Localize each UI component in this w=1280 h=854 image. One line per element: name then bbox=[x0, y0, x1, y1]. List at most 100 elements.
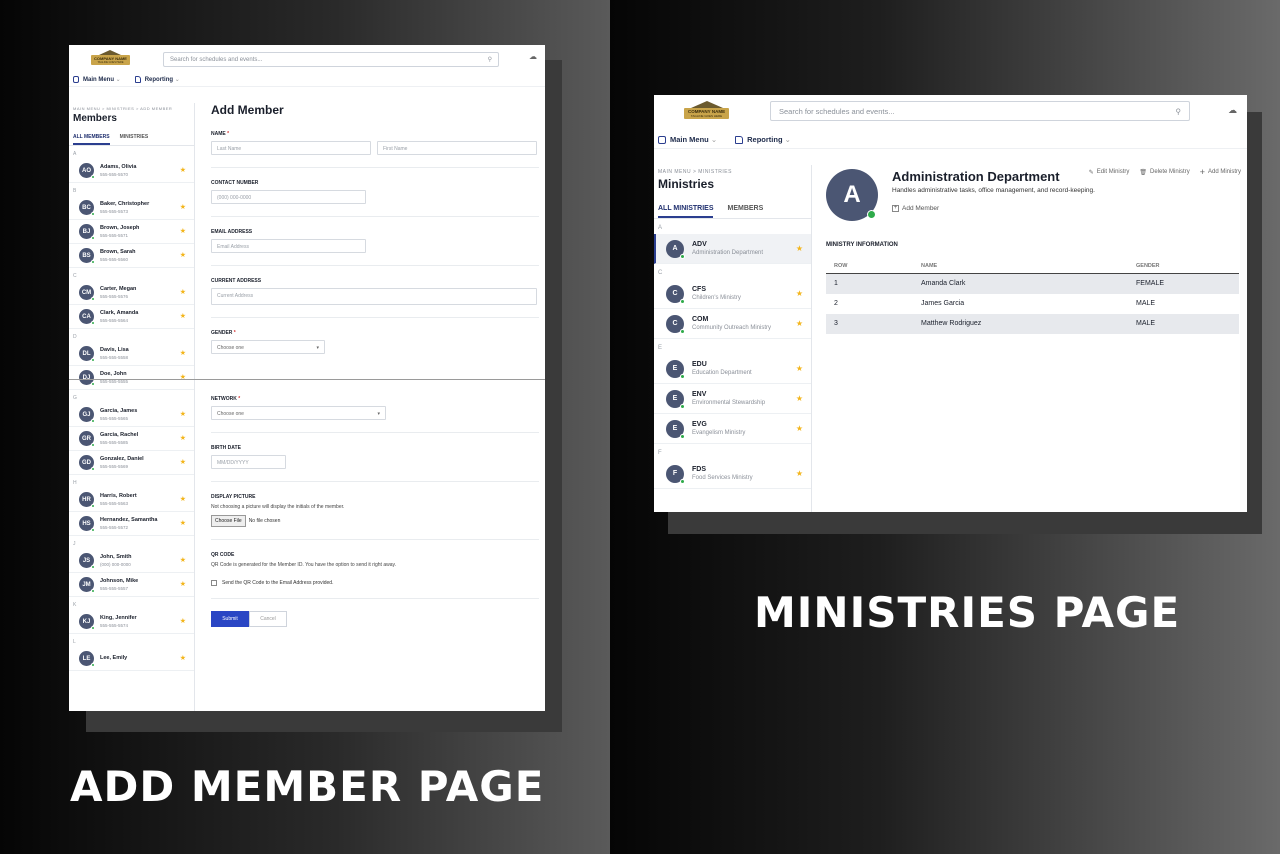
table-row[interactable]: 2 James Garcia MALE bbox=[826, 294, 1239, 314]
send-qr-checkbox[interactable] bbox=[211, 580, 217, 586]
table-cell: Amanda Clark bbox=[913, 273, 1128, 294]
star-icon[interactable]: ★ bbox=[180, 227, 186, 235]
star-icon[interactable]: ★ bbox=[180, 203, 186, 211]
ministries-sidebar: MAIN MENU > MINISTRIES Ministries ALL MI… bbox=[654, 165, 812, 512]
nav-main-menu[interactable]: Main Menu ⌄ bbox=[73, 76, 121, 83]
star-icon[interactable]: ★ bbox=[180, 556, 186, 564]
member-list-item[interactable]: GJ Garcia, James 555-555-5565 ★ bbox=[69, 403, 194, 427]
member-list-item[interactable]: JM Johnson, Mike 555-555-5557 ★ bbox=[69, 573, 194, 597]
ministry-code: EVG bbox=[692, 421, 707, 428]
star-icon[interactable]: ★ bbox=[796, 469, 803, 478]
online-indicator bbox=[680, 478, 685, 484]
cancel-button[interactable]: Cancel bbox=[249, 611, 287, 627]
tab-ministries[interactable]: MINISTRIES bbox=[120, 132, 149, 145]
address-textarea[interactable]: Current Address bbox=[211, 288, 537, 305]
company-logo[interactable]: COMPANY NAME TAGLINE GOES HERE bbox=[91, 50, 130, 65]
member-list-item[interactable]: GR Garcia, Rachel 555-555-5585 ★ bbox=[69, 427, 194, 451]
nav-main-menu[interactable]: Main Menu ⌄ bbox=[658, 135, 717, 144]
star-icon[interactable]: ★ bbox=[180, 654, 186, 662]
member-list-item[interactable]: LE Lee, Emily ★ bbox=[69, 647, 194, 671]
star-icon[interactable]: ★ bbox=[796, 364, 803, 373]
chevron-down-icon: ⌄ bbox=[710, 135, 718, 144]
member-name: King, Jennifer bbox=[100, 615, 137, 621]
table-cell: Matthew Rodriguez bbox=[913, 313, 1128, 334]
member-list-item[interactable]: DL Davis, Lisa 555-555-5558 ★ bbox=[69, 342, 194, 366]
tab-all-ministries[interactable]: ALL MINISTRIES bbox=[658, 203, 714, 218]
ministry-list-item[interactable]: A ADV Administration Department ★ bbox=[654, 234, 811, 264]
member-list-item[interactable]: HR Harris, Robert 555-555-5563 ★ bbox=[69, 488, 194, 512]
member-list-item[interactable]: BJ Brown, Joseph 555-555-5571 ★ bbox=[69, 220, 194, 244]
member-list-item[interactable]: CA Clark, Amanda 555-555-5564 ★ bbox=[69, 305, 194, 329]
star-icon[interactable]: ★ bbox=[180, 288, 186, 296]
avatar: HR bbox=[79, 492, 95, 508]
member-list-item[interactable]: DJ Doe, John 555-555-5555 ★ bbox=[69, 366, 194, 390]
star-icon[interactable]: ★ bbox=[180, 434, 186, 442]
cloud-icon[interactable]: ☁ bbox=[1228, 105, 1237, 116]
nav-reporting[interactable]: Reporting ⌄ bbox=[735, 135, 791, 144]
ministry-list-item[interactable]: E EVG Evangelism Ministry ★ bbox=[654, 414, 811, 444]
choose-file-button[interactable]: Choose File bbox=[211, 515, 246, 527]
star-icon[interactable]: ★ bbox=[180, 580, 186, 588]
sidebar-title: Ministries bbox=[658, 177, 715, 191]
tab-all-members[interactable]: ALL MEMBERS bbox=[73, 132, 110, 145]
ministry-list-item[interactable]: E EDU Education Department ★ bbox=[654, 354, 811, 384]
star-icon[interactable]: ★ bbox=[796, 244, 803, 253]
star-icon[interactable]: ★ bbox=[180, 458, 186, 466]
column-header-gender: GENDER bbox=[1128, 257, 1239, 274]
star-icon[interactable]: ★ bbox=[180, 312, 186, 320]
edit-ministry-button[interactable]: ✎ Edit Ministry bbox=[1089, 167, 1130, 177]
star-icon[interactable]: ★ bbox=[796, 289, 803, 298]
star-icon[interactable]: ★ bbox=[180, 166, 186, 174]
member-list-item[interactable]: BC Baker, Christopher 555-555-5573 ★ bbox=[69, 196, 194, 220]
member-list-item[interactable]: JS John, Smith (000) 000-0000 ★ bbox=[69, 549, 194, 573]
table-row[interactable]: 3 Matthew Rodriguez MALE bbox=[826, 313, 1239, 334]
cloud-icon[interactable]: ☁ bbox=[529, 52, 537, 61]
star-icon[interactable]: ★ bbox=[180, 251, 186, 259]
star-icon[interactable]: ★ bbox=[796, 424, 803, 433]
submit-button[interactable]: Submit bbox=[211, 611, 249, 627]
member-list-item[interactable]: GD Gonzalez, Daniel 555-555-5569 ★ bbox=[69, 451, 194, 475]
star-icon[interactable]: ★ bbox=[180, 519, 186, 527]
nav-reporting[interactable]: Reporting ⌄ bbox=[134, 76, 180, 83]
group-letter: C bbox=[658, 270, 663, 276]
ministry-list-item[interactable]: F FDS Food Services Ministry ★ bbox=[654, 459, 811, 489]
first-name-input[interactable]: First Name bbox=[377, 141, 537, 155]
star-icon[interactable]: ★ bbox=[796, 319, 803, 328]
ministry-name: Children's Ministry bbox=[692, 295, 741, 301]
search-icon[interactable]: ⚲ bbox=[488, 56, 492, 63]
gender-select[interactable]: Choose one ▾ bbox=[211, 340, 325, 354]
member-list-item[interactable]: HS Hernandez, Samantha 555-555-5572 ★ bbox=[69, 512, 194, 536]
star-icon[interactable]: ★ bbox=[180, 495, 186, 503]
search-input[interactable]: Search for schedules and events... ⚲ bbox=[163, 52, 499, 67]
ministry-list-item[interactable]: E ENV Environmental Stewardship ★ bbox=[654, 384, 811, 414]
contact-number-input[interactable]: (000) 000-0000 bbox=[211, 190, 366, 204]
online-indicator bbox=[680, 403, 685, 409]
birth-date-input[interactable]: MM/DD/YYYY bbox=[211, 455, 286, 469]
address-section: CURRENT ADDRESS Current Address bbox=[211, 278, 539, 318]
star-icon[interactable]: ★ bbox=[180, 410, 186, 418]
chevron-down-icon: ⌄ bbox=[784, 135, 791, 144]
star-icon[interactable]: ★ bbox=[796, 394, 803, 403]
search-input[interactable]: Search for schedules and events... ⚲ bbox=[770, 101, 1190, 121]
ministry-list-item[interactable]: C CFS Children's Ministry ★ bbox=[654, 279, 811, 309]
add-ministry-button[interactable]: + Add Ministry bbox=[1200, 167, 1241, 177]
table-row[interactable]: 1 Amanda Clark FEMALE bbox=[826, 273, 1239, 294]
tab-members[interactable]: MEMBERS bbox=[727, 203, 763, 218]
member-list-item[interactable]: BS Brown, Sarah 555-555-5560 ★ bbox=[69, 244, 194, 268]
star-icon[interactable]: ★ bbox=[180, 349, 186, 357]
delete-ministry-button[interactable]: 🗑 Delete Ministry bbox=[1139, 167, 1189, 177]
email-input[interactable]: Email Address bbox=[211, 239, 366, 253]
add-member-link[interactable]: + Add Member bbox=[892, 205, 939, 212]
member-list-item[interactable]: KJ King, Jennifer 555-555-5574 ★ bbox=[69, 610, 194, 634]
star-icon[interactable]: ★ bbox=[180, 617, 186, 625]
online-indicator bbox=[91, 528, 95, 532]
member-list-item[interactable]: AO Adams, Olivia 555-555-5570 ★ bbox=[69, 159, 194, 183]
search-icon[interactable]: ⚲ bbox=[1176, 107, 1182, 116]
member-name: Johnson, Mike bbox=[100, 578, 139, 584]
ministry-list-item[interactable]: C COM Community Outreach Ministry ★ bbox=[654, 309, 811, 339]
online-indicator bbox=[680, 253, 685, 259]
member-list-item[interactable]: CM Carter, Megan 555-555-5576 ★ bbox=[69, 281, 194, 305]
last-name-input[interactable]: Last Name bbox=[211, 141, 371, 155]
company-logo[interactable]: COMPANY NAME TAGLINE GOES HERE bbox=[684, 101, 730, 119]
network-select[interactable]: Choose one ▾ bbox=[211, 406, 386, 420]
